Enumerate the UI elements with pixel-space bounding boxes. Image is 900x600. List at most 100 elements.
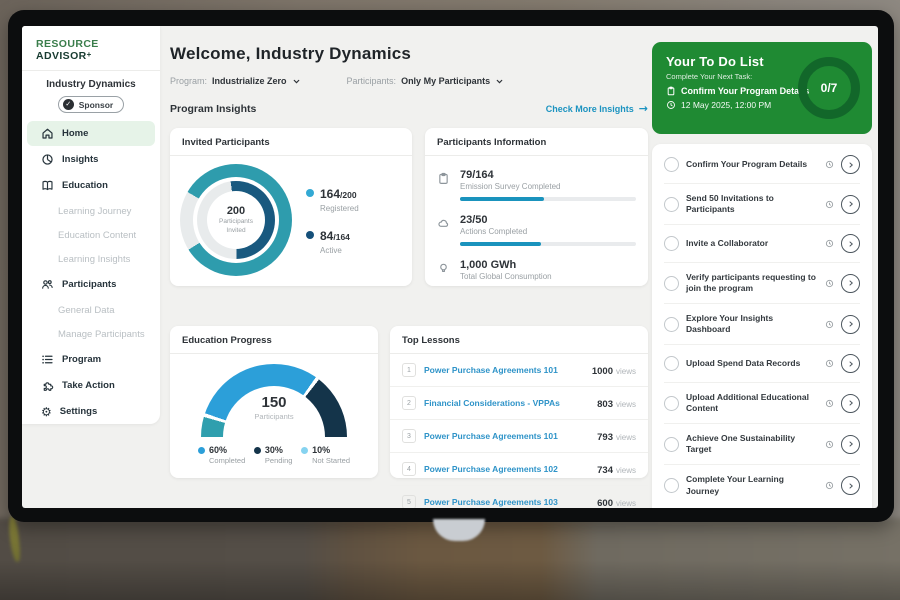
task-checkbox[interactable] [664,236,679,251]
task-open-button[interactable] [841,155,860,174]
lesson-link[interactable]: Power Purchase Agreements 103 [424,497,589,507]
bulb-icon [437,259,451,281]
sidebar-item-general-data[interactable]: General Data [22,298,160,322]
task-checkbox[interactable] [664,356,679,371]
chevron-right-icon [847,279,855,287]
collapse-tasks-link[interactable]: Collapse Tasks [664,506,860,508]
sidebar-item-home[interactable]: Home [27,121,155,146]
chevron-down-icon [292,77,301,86]
emission-survey-row: 79/164 Emission Survey Completed [437,162,636,207]
participants-filter[interactable]: Participants: Only My Participants [347,76,505,86]
legend-registered: 164/200 Registered [306,185,359,213]
sidebar-item-education-content[interactable]: Education Content [22,223,160,247]
chevron-down-icon [495,77,504,86]
lesson-rank: 2 [402,396,416,410]
chevron-right-icon [847,440,855,448]
task-open-button[interactable] [841,476,860,495]
task-open-button[interactable] [841,195,860,214]
task-open-button[interactable] [841,394,860,413]
lesson-row: 1 Power Purchase Agreements 101 1000view… [390,354,648,387]
chevron-right-icon [847,240,855,248]
invited-participants-donut-chart: 200 Participants Invited [180,164,292,276]
chevron-right-icon [847,399,855,407]
lesson-row: 2 Financial Considerations - VPPAs 803vi… [390,387,648,420]
task-row-upload-educational-content: Upload Additional Educational Content [664,383,860,424]
sidebar-item-participants[interactable]: Participants [27,272,155,297]
legend-active: 84/164 Active [306,227,359,255]
insights-icon [41,153,54,166]
lesson-rank: 1 [402,363,416,377]
lesson-link[interactable]: Power Purchase Agreements 101 [424,431,589,441]
invited-participants-title: Invited Participants [170,128,412,156]
lesson-row: 3 Power Purchase Agreements 101 793views [390,420,648,453]
legend-dot-not-started [301,447,308,454]
sidebar-nav: Home Insights Education Learning Journey… [22,121,160,424]
sidebar-item-settings[interactable]: ⚙ Settings [27,399,155,424]
todo-progress-ring: 0/7 [798,57,860,119]
task-open-button[interactable] [841,274,860,293]
clock-icon [825,279,834,288]
sidebar-item-insights[interactable]: Insights [27,147,155,172]
task-row-confirm-program: Confirm Your Program Details [664,146,860,184]
home-icon [41,127,54,140]
education-progress-title: Education Progress [170,326,378,354]
photo-background: RESOURCE ADVISOR+ Industry Dynamics ✓ Sp… [0,0,900,600]
task-checkbox[interactable] [664,276,679,291]
sidebar-item-learning-journey[interactable]: Learning Journey [22,199,160,223]
gauge-center-label: Participants [201,412,347,421]
lesson-link[interactable]: Power Purchase Agreements 102 [424,464,589,474]
legend-dot-completed [198,447,205,454]
program-filter-label: Program: [170,76,207,86]
chevron-right-icon [847,360,855,368]
active-label: Active [320,246,350,255]
donut-center-value: 200 [227,205,245,217]
sidebar-item-program[interactable]: Program [27,347,155,372]
sidebar-item-manage-participants[interactable]: Manage Participants [22,322,160,346]
global-consumption-row: 1,000 GWh Total Global Consumption [437,252,636,287]
actions-completed-row: 23/50 Actions Completed [437,207,636,252]
task-checkbox[interactable] [664,317,679,332]
legend-dot-pending [254,447,261,454]
program-filter[interactable]: Program: Industrialize Zero [170,76,301,86]
emission-survey-progressbar [460,197,636,201]
sidebar-item-learning-insights[interactable]: Learning Insights [22,247,160,271]
app-logo: RESOURCE ADVISOR+ [22,26,160,71]
task-checkbox[interactable] [664,157,679,172]
clock-icon [825,160,834,169]
filter-bar: Program: Industrialize Zero Participants… [170,76,648,86]
lesson-rank: 3 [402,429,416,443]
task-open-button[interactable] [841,315,860,334]
book-icon [41,179,54,192]
org-name: Industry Dynamics [22,79,160,90]
task-checkbox[interactable] [664,396,679,411]
task-checkbox[interactable] [664,478,679,493]
program-filter-value: Industrialize Zero [212,76,287,86]
task-open-button[interactable] [841,435,860,454]
lesson-row: 5 Power Purchase Agreements 103 600views [390,486,648,508]
check-more-insights-label: Check More Insights [546,104,634,114]
clipboard-icon [437,169,451,201]
clock-icon [825,481,834,490]
global-consumption-label: Total Global Consumption [460,272,636,281]
dashboard-screen: RESOURCE ADVISOR+ Industry Dynamics ✓ Sp… [22,26,878,508]
sponsor-badge[interactable]: ✓ Sponsor [58,96,124,113]
task-open-button[interactable] [841,234,860,253]
task-open-button[interactable] [841,354,860,373]
lesson-link[interactable]: Financial Considerations - VPPAs [424,398,589,408]
sponsor-icon: ✓ [63,99,74,110]
donut-center-label: Participants Invited [210,218,262,235]
program-insights-header: Program Insights Check More Insights → [170,102,648,115]
logo-secondary: ADVISOR [36,50,87,62]
sidebar-item-education[interactable]: Education [27,173,155,198]
registered-total: /200 [340,190,357,200]
task-checkbox[interactable] [664,437,679,452]
clipboard-icon [666,86,676,96]
sidebar-item-take-action[interactable]: Take Action [27,373,155,398]
page-title: Welcome, Industry Dynamics [170,44,648,64]
main-content: Welcome, Industry Dynamics Program: Indu… [170,26,648,508]
check-more-insights-link[interactable]: Check More Insights → [546,102,648,115]
lesson-link[interactable]: Power Purchase Agreements 101 [424,365,584,375]
task-checkbox[interactable] [664,197,679,212]
sidebar-item-label: Take Action [62,380,115,391]
sidebar-item-label: Participants [62,279,116,290]
